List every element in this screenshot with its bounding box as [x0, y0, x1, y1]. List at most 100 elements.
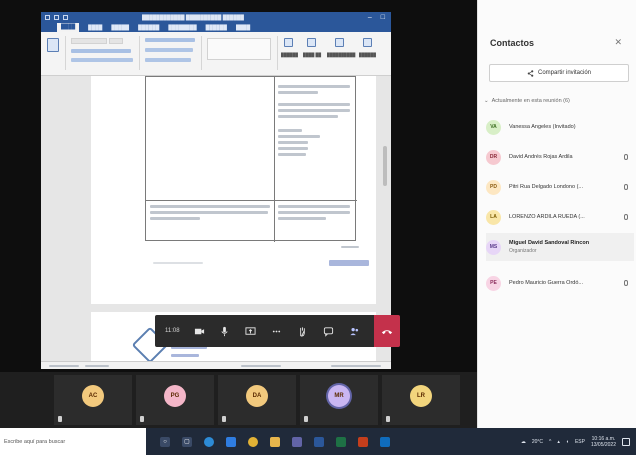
avatar: PE — [486, 275, 501, 291]
task-view-icon[interactable]: ▢ — [182, 436, 192, 447]
taskbar-search-input[interactable]: Escribe aquí para buscar — [0, 428, 146, 455]
hangup-button[interactable] — [374, 315, 401, 347]
section-label: Actualmente en esta reunión (6) — [491, 98, 570, 104]
word-icon[interactable] — [314, 436, 324, 447]
excel-icon[interactable] — [336, 436, 346, 447]
windows-icon[interactable]: ○ — [160, 436, 170, 447]
clock-date: 13/05/2022 — [590, 441, 616, 448]
participant-tile[interactable]: LR — [382, 375, 460, 425]
avatar: VA — [486, 119, 501, 135]
outlook-icon[interactable] — [380, 436, 390, 447]
undo-icon — [63, 15, 68, 20]
participants-button[interactable] — [348, 324, 361, 338]
find-icon — [284, 38, 293, 47]
ribbon-tab: █████ — [111, 24, 130, 31]
more-options-button[interactable] — [270, 324, 283, 338]
participants-strip: AC PG DA MR LR — [0, 372, 477, 428]
chrome-icon[interactable] — [248, 436, 258, 447]
avatar: AC — [82, 385, 104, 407]
contact-row[interactable]: DR David Andrés Rojas Ardila — [486, 147, 634, 167]
hangup-icon — [381, 329, 393, 334]
contacts-panel: Contactos ✕ Compartir invitación ⌄ Actua… — [477, 0, 636, 428]
panel-title: Contactos — [490, 38, 535, 48]
mic-off-icon — [304, 416, 308, 422]
ribbon-tab: ████ — [88, 24, 103, 31]
minimize-icon: – — [367, 14, 372, 21]
contact-name: LORENZO ARDILA RUEDA (... — [509, 214, 585, 220]
mic-off-icon — [222, 416, 226, 422]
meeting-stage: ████████████ ██████████ ██████ – □ ████ … — [0, 0, 477, 428]
microphone-icon — [221, 326, 229, 336]
teams-icon[interactable] — [292, 436, 302, 447]
participant-tile[interactable]: DA — [218, 375, 296, 425]
contact-name: Vanessa Angeles (Invitado) — [509, 124, 576, 130]
participant-tile[interactable]: MR — [300, 375, 378, 425]
mic-off-icon — [140, 416, 144, 422]
font-size-box — [109, 38, 123, 44]
people-icon — [350, 327, 359, 335]
save-icon — [54, 15, 59, 20]
close-icon[interactable]: ✕ — [614, 37, 622, 48]
clock[interactable]: 10:16 a.m. 13/05/2022 — [591, 436, 616, 448]
powerpoint-icon[interactable] — [358, 436, 368, 447]
section-header-in-meeting[interactable]: ⌄ Actualmente en esta reunión (6) — [484, 98, 570, 104]
avatar: PD — [486, 179, 501, 195]
weather-icon[interactable]: ☁ — [521, 439, 526, 445]
chat-button[interactable] — [322, 324, 335, 338]
contact-role: Organizador — [509, 248, 537, 254]
chat-icon — [324, 326, 334, 337]
edge-icon[interactable] — [204, 436, 214, 447]
notifications-icon[interactable] — [622, 437, 630, 446]
contact-name: Pedro Mauricio Guerra Ordó... — [509, 280, 583, 286]
contact-row[interactable]: LA LORENZO ARDILA RUEDA (... — [486, 207, 634, 227]
participant-tile[interactable]: AC — [54, 375, 132, 425]
mic-off-icon — [58, 416, 62, 422]
avatar: DR — [486, 149, 501, 165]
styles-gallery — [207, 38, 271, 60]
contact-row[interactable]: MS Miguel David Sandoval Rincon Organiza… — [486, 233, 634, 261]
contact-row[interactable]: VA Vanessa Angeles (Invitado) — [486, 117, 634, 137]
document-title-blurred: ████████████ ██████████ ██████ — [142, 14, 244, 21]
window-controls: – □ — [368, 14, 391, 21]
paste-icon — [47, 38, 59, 52]
contact-row[interactable]: PD Pitri Rua Delgado Londono (... — [486, 177, 634, 197]
mic-off-icon — [624, 280, 628, 286]
chevron-up-icon[interactable]: ^ — [549, 439, 551, 445]
taskbar-apps: ○ ▢ — [160, 436, 390, 447]
ribbon-tab-home: ████ — [57, 23, 80, 32]
dictate-icon — [307, 38, 316, 47]
word-title-bar: ████████████ ██████████ ██████ – □ — [41, 12, 391, 23]
ribbon-tab: ██████ — [205, 24, 227, 31]
participant-tile[interactable]: PG — [136, 375, 214, 425]
avatar: MR — [328, 385, 350, 407]
share-invite-button[interactable]: Compartir invitación — [489, 64, 629, 82]
share-icon — [527, 69, 534, 77]
document-scrollbar[interactable] — [383, 146, 387, 186]
raise-hand-button[interactable] — [296, 324, 309, 338]
contact-row[interactable]: PE Pedro Mauricio Guerra Ordó... — [486, 273, 634, 293]
contact-name: David Andrés Rojas Ardila — [509, 154, 573, 160]
document-page — [91, 76, 376, 304]
mic-button[interactable] — [219, 324, 232, 338]
share-screen-icon — [245, 326, 256, 335]
contact-name: Pitri Rua Delgado Londono (... — [509, 184, 583, 190]
meeting-timer: 11:08 — [165, 328, 180, 334]
reuse-files-icon — [363, 38, 372, 47]
ribbon-tab: ████ — [235, 24, 251, 31]
wifi-icon[interactable]: ▴ — [557, 439, 560, 445]
store-icon[interactable] — [226, 436, 236, 447]
camera-button[interactable] — [193, 324, 206, 338]
file-explorer-icon[interactable] — [270, 436, 280, 447]
avatar: LA — [486, 209, 501, 225]
camera-icon — [194, 328, 204, 334]
mic-off-icon — [624, 184, 628, 190]
hand-icon — [300, 326, 306, 337]
mic-off-icon — [624, 214, 628, 220]
volume-icon[interactable]: ◖ — [566, 439, 569, 445]
temperature: 20°C — [531, 438, 544, 445]
language-indicator[interactable]: ESP — [575, 439, 585, 445]
document-table — [145, 76, 357, 242]
mic-off-icon — [386, 416, 390, 422]
font-name-box — [71, 38, 107, 44]
share-screen-button[interactable] — [244, 324, 257, 338]
